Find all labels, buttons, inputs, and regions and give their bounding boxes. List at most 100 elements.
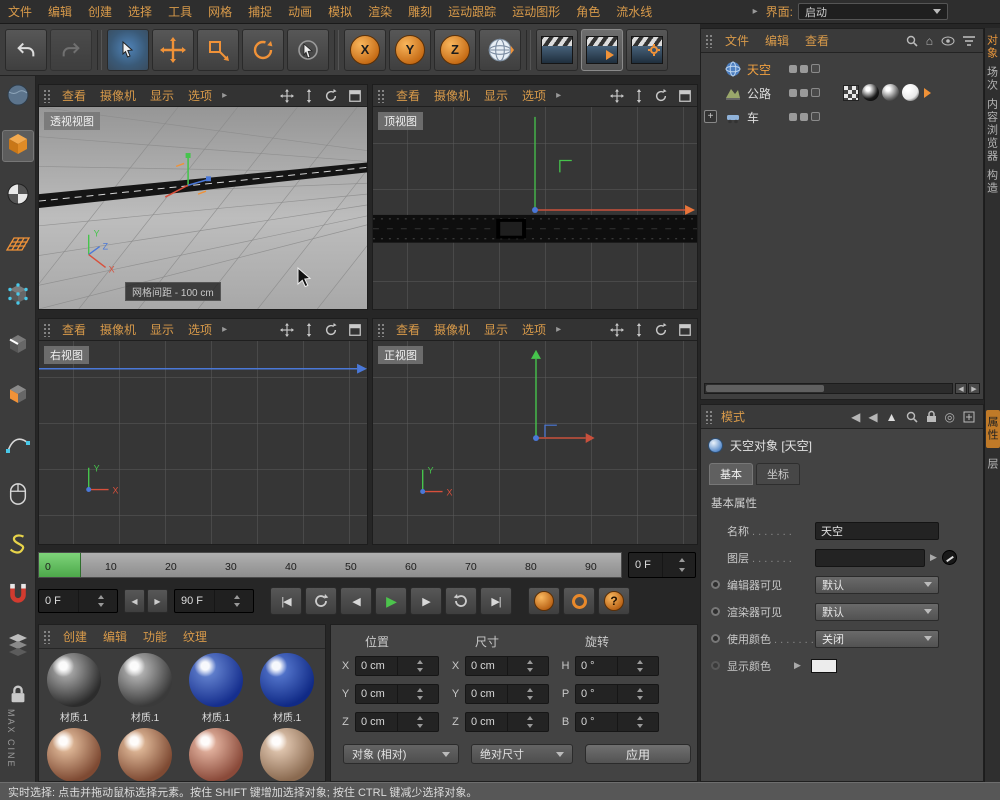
target-icon[interactable]: ◎ (945, 410, 955, 424)
spinner[interactable] (617, 713, 659, 731)
goto-start-button[interactable]: |◀ (270, 587, 302, 615)
maximize-icon[interactable] (673, 89, 697, 103)
coordinate-system-button[interactable] (479, 29, 521, 71)
spinner[interactable] (397, 713, 439, 731)
compositing-tag-icon[interactable] (843, 85, 859, 101)
more-tags-icon[interactable] (924, 88, 931, 98)
pan-icon[interactable] (275, 323, 299, 337)
expand-icon[interactable]: + (704, 110, 717, 123)
viewport-menu-0[interactable]: 查看 (389, 321, 427, 338)
panel-tab-bottom-1[interactable]: 层 (986, 452, 1000, 477)
viewport-menu-1[interactable]: 摄像机 (93, 321, 143, 338)
menu-item-2[interactable]: 创建 (80, 3, 120, 20)
viewport-menu-0[interactable]: 查看 (389, 87, 427, 104)
apply-button[interactable]: 应用 (585, 744, 691, 764)
coord-input[interactable]: 0 ° (575, 712, 659, 732)
next-key-button[interactable]: ▶ (410, 587, 442, 615)
render-visibility-dropdown[interactable]: 默认 (815, 603, 939, 621)
om-menu-2[interactable]: 查看 (797, 32, 837, 49)
panel-tab-2[interactable]: 内容浏览器 (986, 98, 1000, 163)
live-selection-tool[interactable] (107, 29, 149, 71)
scroll-right-button[interactable]: ▶ (968, 383, 980, 394)
rotate-icon[interactable] (649, 323, 673, 337)
viewport-right[interactable]: 查看摄像机显示选项▸ 右视图 Y X (38, 318, 368, 545)
keyframe-selection-button[interactable] (563, 587, 595, 615)
loop-button[interactable] (445, 587, 477, 615)
object-label[interactable]: 车 (747, 109, 759, 126)
play-backwards-button[interactable] (305, 587, 337, 615)
material-menu-1[interactable]: 编辑 (95, 628, 135, 645)
material-tag-icon[interactable] (882, 84, 899, 101)
tool-magnet-snap[interactable] (2, 580, 34, 612)
viewport-front[interactable]: 查看摄像机显示选项▸ 正视图 Y X (372, 318, 698, 545)
render-settings-button[interactable] (626, 29, 668, 71)
tool-mouse-input[interactable] (2, 480, 34, 512)
spinner[interactable] (214, 590, 254, 612)
tab-basic[interactable]: 基本 (709, 463, 753, 485)
viewport-menu-0[interactable]: 查看 (55, 87, 93, 104)
spinner[interactable] (617, 657, 659, 675)
lock-icon[interactable] (926, 410, 937, 423)
undo-button[interactable] (5, 29, 47, 71)
menu-item-4[interactable]: 工具 (160, 3, 200, 20)
viewport-menu-2[interactable]: 显示 (477, 87, 515, 104)
visibility-dots[interactable] (789, 88, 820, 97)
coord-input[interactable]: 0 ° (575, 684, 659, 704)
search-icon[interactable] (906, 411, 918, 423)
material-item[interactable]: 材质.1 (43, 653, 105, 724)
zoom-icon[interactable] (299, 89, 319, 103)
spinner[interactable] (507, 713, 549, 731)
menu-item-5[interactable]: 网格 (200, 3, 240, 20)
lock-z-axis-button[interactable]: Z (434, 29, 476, 71)
material-item[interactable]: 材质.1 (114, 653, 176, 724)
display-color-swatch[interactable] (811, 659, 837, 673)
up-arrow-icon[interactable]: ▲ (886, 410, 898, 424)
menu-item-9[interactable]: 渲染 (360, 3, 400, 20)
play-button[interactable]: ▶ (375, 587, 407, 615)
autokey-button[interactable]: ? (598, 587, 630, 615)
lock-y-axis-button[interactable]: Y (389, 29, 431, 71)
size-mode-dropdown[interactable]: 绝对尺寸 (471, 744, 573, 764)
menu-item-12[interactable]: 运动图形 (504, 3, 568, 20)
zoom-icon[interactable] (629, 323, 649, 337)
render-view-button[interactable] (536, 29, 578, 71)
interface-dropdown[interactable]: 启动 (798, 3, 948, 20)
search-icon[interactable] (906, 35, 918, 47)
visibility-dots[interactable] (789, 64, 820, 73)
spinner[interactable] (397, 685, 439, 703)
viewport-menu-3[interactable]: 选项 (181, 87, 219, 104)
pan-icon[interactable] (275, 89, 299, 103)
viewport-canvas[interactable]: 右视图 Y X (39, 341, 367, 544)
layer-expand-icon[interactable]: ▶ (930, 552, 937, 563)
object-row-2[interactable]: +车 (701, 105, 983, 129)
keyframe-dot[interactable] (711, 580, 720, 589)
coord-mode-dropdown[interactable]: 对象 (相对) (343, 744, 459, 764)
spinner[interactable] (507, 657, 549, 675)
tool-edges-mode[interactable] (2, 330, 34, 362)
name-input[interactable]: 天空 (815, 522, 939, 540)
viewport-menu-3[interactable]: 选项 (181, 321, 219, 338)
pan-icon[interactable] (605, 323, 629, 337)
viewport-menu-0[interactable]: 查看 (55, 321, 93, 338)
keyframe-dot[interactable] (711, 634, 720, 643)
object-label[interactable]: 公路 (747, 85, 771, 102)
goto-end-button[interactable]: ▶| (480, 587, 512, 615)
viewport-perspective[interactable]: 查看摄像机显示选项▸ 透视视图 Y Z X 网格间距 - (38, 84, 368, 310)
tool-polygons-mode[interactable] (2, 380, 34, 412)
tool-earth[interactable] (2, 80, 34, 112)
layer-input[interactable] (815, 549, 925, 567)
spinner[interactable] (397, 657, 439, 675)
current-frame-field[interactable]: 0 F (628, 552, 696, 578)
zoom-icon[interactable] (629, 89, 649, 103)
home-icon[interactable]: ⌂ (926, 34, 933, 48)
coord-input[interactable]: 0 cm (355, 712, 439, 732)
coord-input[interactable]: 0 cm (465, 684, 549, 704)
viewport-menu-1[interactable]: 摄像机 (427, 321, 477, 338)
viewport-menu-3[interactable]: 选项 (515, 321, 553, 338)
layer-picker-icon[interactable] (942, 550, 957, 565)
material-item[interactable] (114, 728, 176, 782)
menu-item-7[interactable]: 动画 (280, 3, 320, 20)
material-tag-icon[interactable] (862, 84, 879, 101)
filter-icon[interactable] (963, 36, 975, 46)
menu-item-10[interactable]: 雕刻 (400, 3, 440, 20)
